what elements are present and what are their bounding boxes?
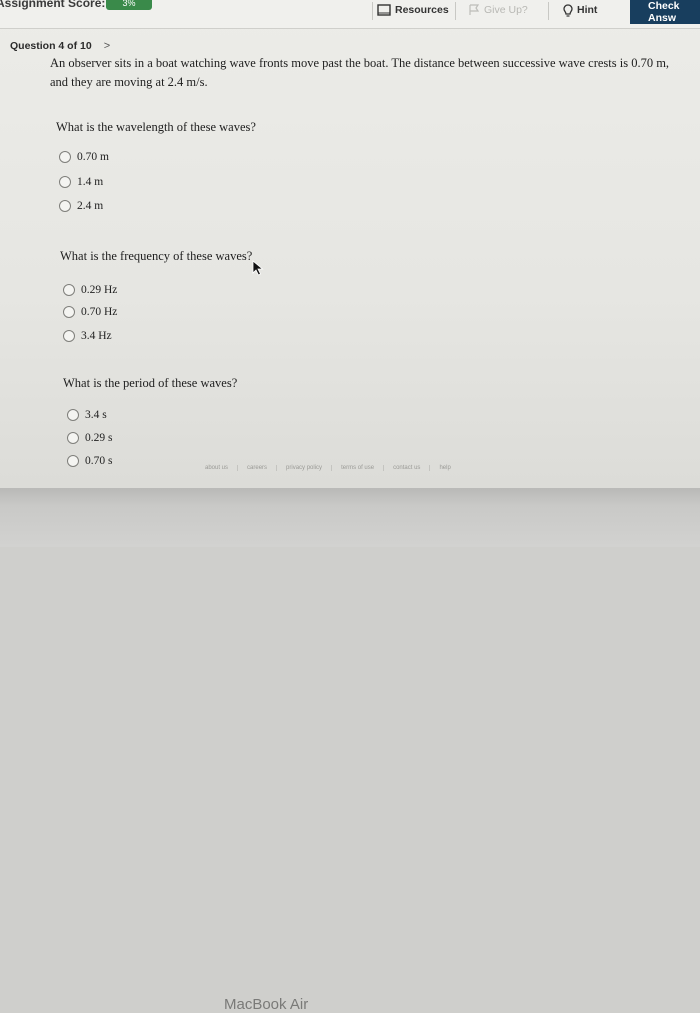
answer-option[interactable]: 0.70 s	[67, 455, 112, 467]
check-answer-button[interactable]: Check Answ	[630, 0, 700, 24]
radio-button[interactable]	[59, 151, 71, 163]
answer-option[interactable]: 3.4 s	[67, 409, 107, 421]
laptop-bezel: MacBook Air	[0, 488, 700, 1013]
radio-button[interactable]	[67, 432, 79, 444]
footer-link-about[interactable]: about us	[196, 465, 237, 471]
option-label: 2.4 m	[77, 200, 104, 212]
question-part-3: What is the period of these waves?	[63, 376, 238, 390]
question-stem: An observer sits in a boat watching wave…	[50, 56, 670, 89]
toolbar-divider	[372, 2, 373, 20]
browser-screen: Assignment Score: 3% Resources Give Up? …	[0, 0, 700, 488]
macbook-logo-text: MacBook Air	[224, 996, 309, 1013]
option-label: 3.4 s	[85, 409, 107, 421]
radio-button[interactable]	[59, 176, 71, 188]
toolbar-divider	[455, 2, 456, 20]
footer-link-careers[interactable]: careers	[237, 465, 276, 471]
footer-link-terms[interactable]: terms of use	[331, 465, 383, 471]
give-up-button[interactable]: Give Up?	[468, 0, 528, 20]
flag-icon	[469, 4, 480, 15]
give-up-label: Give Up?	[484, 4, 528, 16]
footer-link-help[interactable]: help	[429, 465, 459, 471]
radio-button[interactable]	[67, 455, 79, 467]
option-label: 0.70 s	[85, 455, 113, 467]
option-label: 1.4 m	[77, 176, 104, 188]
footer-links: about us careers privacy policy terms of…	[196, 465, 460, 471]
answer-option[interactable]: 1.4 m	[59, 176, 103, 188]
answer-option[interactable]: 2.4 m	[59, 200, 103, 212]
option-label: 0.29 s	[85, 432, 113, 444]
radio-button[interactable]	[63, 284, 75, 296]
score-badge: 3%	[106, 0, 152, 10]
radio-button[interactable]	[67, 409, 79, 421]
answer-option[interactable]: 0.29 s	[67, 432, 112, 444]
assignment-toolbar: Assignment Score: 3% Resources Give Up? …	[0, 0, 700, 29]
option-label: 0.29 Hz	[81, 284, 118, 296]
hint-label: Hint	[577, 4, 598, 16]
book-icon	[377, 4, 391, 16]
question-part-1: What is the wavelength of these waves?	[56, 120, 256, 134]
radio-button[interactable]	[59, 200, 71, 212]
answer-option[interactable]: 0.29 Hz	[63, 284, 117, 296]
footer-link-contact[interactable]: contact us	[383, 465, 429, 471]
answer-option[interactable]: 0.70 m	[59, 151, 109, 163]
question-counter: Question 4 of 10	[10, 40, 92, 52]
lightbulb-icon	[563, 3, 573, 17]
hint-button[interactable]: Hint	[563, 0, 597, 20]
option-label: 0.70 Hz	[81, 306, 118, 318]
assignment-score: Assignment Score:	[0, 0, 106, 10]
option-label: 0.70 m	[77, 151, 109, 163]
radio-button[interactable]	[63, 306, 75, 318]
assignment-score-label: Assignment Score:	[0, 0, 106, 10]
next-question-chevron-icon[interactable]: >	[104, 40, 110, 52]
resources-label: Resources	[395, 4, 449, 16]
question-part-2: What is the frequency of these waves?	[60, 249, 253, 263]
radio-button[interactable]	[63, 330, 75, 342]
answer-option[interactable]: 0.70 Hz	[63, 306, 117, 318]
resources-button[interactable]: Resources	[377, 0, 449, 20]
option-label: 3.4 Hz	[81, 330, 112, 342]
mouse-cursor-icon	[252, 260, 264, 276]
toolbar-divider	[548, 2, 549, 20]
question-navigator: Question 4 of 10 >	[10, 40, 110, 52]
footer-link-privacy[interactable]: privacy policy	[276, 465, 331, 471]
answer-option[interactable]: 3.4 Hz	[63, 330, 112, 342]
